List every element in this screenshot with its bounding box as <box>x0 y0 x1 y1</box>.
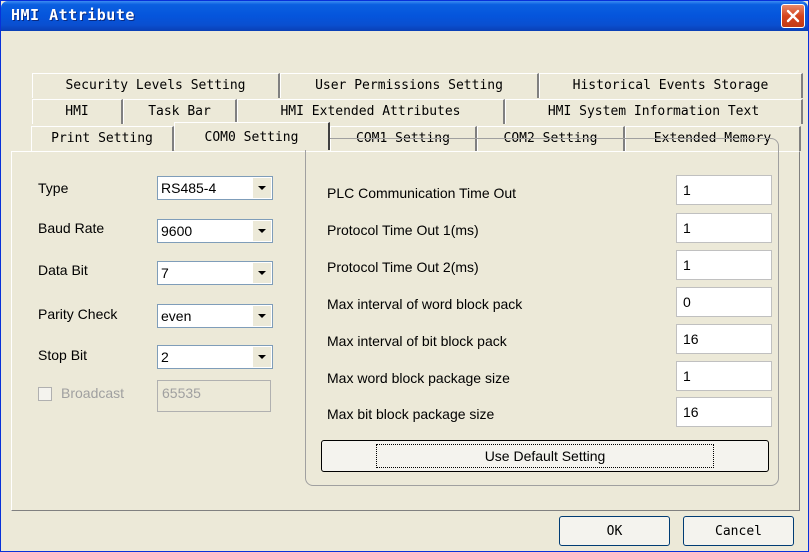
max-word-block-size-input[interactable]: 1 <box>676 361 772 391</box>
close-icon <box>786 9 800 23</box>
stop-bit-dropdown[interactable]: 2 <box>157 345 273 369</box>
stop-bit-value: 2 <box>161 349 169 365</box>
tab-hmi[interactable]: HMI <box>32 99 123 124</box>
use-default-setting-button[interactable]: Use Default Setting <box>321 440 769 472</box>
data-bit-value: 7 <box>161 265 169 281</box>
type-dropdown[interactable]: RS485-4 <box>157 176 273 200</box>
tab-security-levels-setting[interactable]: Security Levels Setting <box>32 73 280 98</box>
tab-print-setting[interactable]: Print Setting <box>31 126 174 151</box>
hmi-attribute-dialog: HMI Attribute Security Levels Setting Us… <box>0 0 809 552</box>
max-bit-block-size-input[interactable]: 16 <box>676 397 772 427</box>
tab-historical-events-storage[interactable]: Historical Events Storage <box>539 73 803 98</box>
use-default-setting-label: Use Default Setting <box>375 444 715 468</box>
baud-rate-dropdown-arrow[interactable] <box>253 221 271 241</box>
broadcast-label: Broadcast <box>61 385 125 401</box>
stop-bit-dropdown-arrow[interactable] <box>253 347 271 367</box>
ok-button[interactable]: OK <box>559 516 670 546</box>
max-interval-bit-block-input[interactable]: 16 <box>676 324 772 354</box>
protocol-time-out-2-input[interactable]: 1 <box>676 250 772 280</box>
window-title: HMI Attribute <box>11 6 135 24</box>
tab-row-2: HMI Task Bar HMI Extended Attributes HMI… <box>32 99 803 124</box>
chevron-down-icon <box>258 271 266 275</box>
tab-hmi-system-information-text[interactable]: HMI System Information Text <box>505 99 803 124</box>
chevron-down-icon <box>258 314 266 318</box>
protocol-time-out-1-label: Protocol Time Out 1(ms) <box>327 222 479 238</box>
plc-communication-time-out-label: PLC Communication Time Out <box>327 185 517 201</box>
type-value: RS485-4 <box>161 180 217 196</box>
chevron-down-icon <box>258 355 266 359</box>
tab-hmi-extended-attributes[interactable]: HMI Extended Attributes <box>237 99 505 124</box>
broadcast-checkbox[interactable] <box>38 387 52 401</box>
baud-rate-label: Baud Rate <box>38 220 105 236</box>
tab-user-permissions-setting[interactable]: User Permissions Setting <box>280 73 539 98</box>
plc-communication-time-out-input[interactable]: 1 <box>676 175 772 205</box>
tab-task-bar[interactable]: Task Bar <box>123 99 237 124</box>
data-bit-dropdown[interactable]: 7 <box>157 261 273 285</box>
parity-check-label: Parity Check <box>38 306 118 322</box>
close-button[interactable] <box>781 4 805 28</box>
type-label: Type <box>38 180 69 196</box>
max-interval-word-block-input[interactable]: 0 <box>676 287 772 317</box>
parity-check-dropdown[interactable]: even <box>157 304 273 328</box>
baud-rate-value: 9600 <box>161 223 193 239</box>
broadcast-field[interactable]: 65535 <box>157 380 271 412</box>
max-word-block-size-label: Max word block package size <box>327 370 510 386</box>
data-bit-label: Data Bit <box>38 262 88 278</box>
title-bar[interactable]: HMI Attribute <box>1 1 808 31</box>
tab-row-1: Security Levels Setting User Permissions… <box>32 73 803 98</box>
max-bit-block-size-label: Max bit block package size <box>327 406 495 422</box>
tab-com0-setting[interactable]: COM0 Setting <box>174 122 330 150</box>
chevron-down-icon <box>258 186 266 190</box>
type-dropdown-arrow[interactable] <box>253 178 271 198</box>
parity-check-value: even <box>161 308 192 324</box>
parity-check-dropdown-arrow[interactable] <box>253 306 271 326</box>
max-interval-bit-block-label: Max interval of bit block pack <box>327 333 507 349</box>
chevron-down-icon <box>258 229 266 233</box>
protocol-time-out-1-input[interactable]: 1 <box>676 213 772 243</box>
baud-rate-dropdown[interactable]: 9600 <box>157 219 273 243</box>
cancel-button[interactable]: Cancel <box>683 516 794 546</box>
protocol-time-out-2-label: Protocol Time Out 2(ms) <box>327 259 479 275</box>
max-interval-word-block-label: Max interval of word block pack <box>327 296 523 312</box>
data-bit-dropdown-arrow[interactable] <box>253 263 271 283</box>
stop-bit-label: Stop Bit <box>38 347 88 363</box>
